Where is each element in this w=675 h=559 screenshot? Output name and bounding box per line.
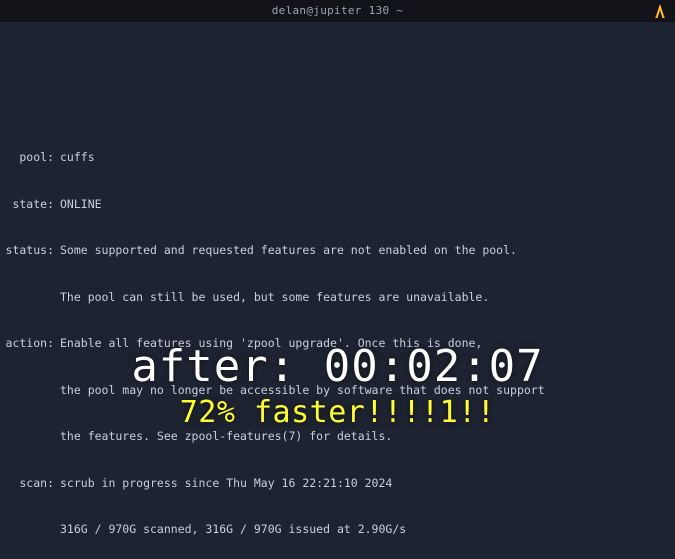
label-scan: scan: [4,476,60,492]
scan-line: scrub in progress since Thu May 16 22:21… [60,476,671,492]
alacritty-logo-icon [651,2,669,20]
window-titlebar[interactable]: delan@jupiter 130 ~ [0,0,675,22]
label-state: state: [4,197,60,213]
status-line: Some supported and requested features ar… [60,243,671,259]
window-title: delan@jupiter 130 ~ [272,4,404,19]
action-line: the pool may no longer be accessible by … [60,383,671,399]
label-status: status: [4,243,60,259]
scan-line: 316G / 970G scanned, 316G / 970G issued … [60,522,671,538]
label-pool: pool: [4,150,60,166]
terminal-output[interactable]: pool:cuffs state:ONLINE status:Some supp… [0,22,675,559]
action-line: the features. See zpool-features(7) for … [60,429,671,445]
status-line: The pool can still be used, but some fea… [60,290,671,306]
value-state: ONLINE [60,197,671,213]
label-action: action: [4,336,60,352]
action-line: Enable all features using 'zpool upgrade… [60,336,671,352]
value-pool: cuffs [60,150,671,166]
